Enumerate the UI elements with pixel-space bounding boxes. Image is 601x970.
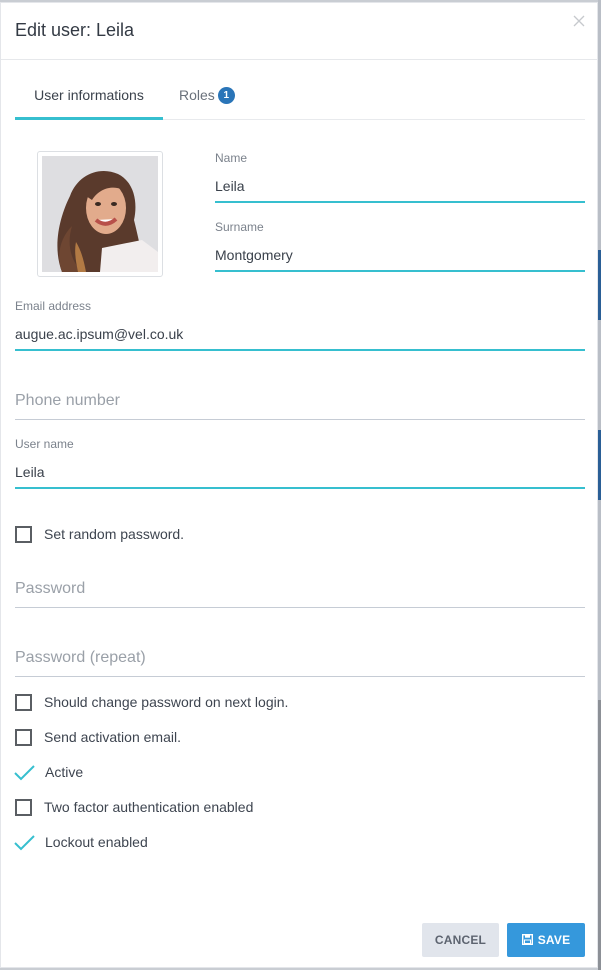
name-input[interactable]: Leila (215, 175, 585, 197)
name-underline (215, 201, 585, 203)
password-input[interactable]: Password (15, 577, 585, 601)
roles-count-badge: 1 (217, 87, 235, 104)
password-field: Password (15, 577, 585, 608)
username-input[interactable]: Leila (15, 461, 585, 483)
checkbox-box[interactable] (15, 728, 32, 746)
checkbox-label: Two factor authentication enabled (44, 799, 254, 815)
phone-input[interactable]: Phone number (15, 389, 585, 413)
email-input[interactable]: augue.ac.ipsum@vel.co.uk (15, 323, 585, 345)
checkbox-label: Send activation email. (44, 729, 181, 745)
password-repeat-input[interactable]: Password (repeat) (15, 646, 585, 670)
tab-label: User informations (34, 87, 144, 103)
password-repeat-underline (15, 676, 585, 677)
modal-title: Edit user: Leila (15, 20, 135, 40)
profile-picture-frame[interactable] (37, 151, 163, 277)
password-repeat-field: Password (repeat) (15, 646, 585, 677)
email-field: Email address augue.ac.ipsum@vel.co.uk (15, 299, 585, 351)
tab-bar: User informations Roles 1 (15, 79, 585, 120)
two-factor-checkbox[interactable]: Two factor authentication enabled (15, 796, 253, 818)
name-label: Name (215, 151, 248, 165)
modal-header: Edit user: Leila (1, 3, 597, 60)
close-icon (573, 15, 585, 27)
active-checkbox[interactable]: Active (14, 761, 84, 783)
phone-field: Phone number (15, 389, 585, 420)
set-random-password-checkbox[interactable]: Set random password. (15, 523, 184, 545)
surname-input[interactable]: Montgomery (215, 244, 585, 266)
surname-underline (215, 270, 585, 272)
surname-field: Surname Montgomery (215, 220, 585, 272)
checkmark-icon[interactable] (14, 834, 35, 851)
checkbox-label: Active (45, 764, 84, 780)
name-field: Name Leila (215, 151, 585, 203)
checkbox-label: Should change password on next login. (44, 694, 289, 710)
send-activation-email-checkbox[interactable]: Send activation email. (15, 726, 181, 748)
username-field: User name Leila (15, 437, 585, 489)
email-underline (15, 349, 585, 351)
save-label: SAVE (537, 933, 571, 947)
should-change-password-checkbox[interactable]: Should change password on next login. (15, 691, 288, 713)
password-underline (15, 607, 585, 608)
checkmark-icon[interactable] (14, 764, 35, 781)
tab-label: Roles (179, 87, 215, 103)
checkbox-label: Lockout enabled (45, 834, 148, 850)
profile-photo-image (42, 156, 158, 272)
checkbox-box[interactable] (15, 525, 32, 543)
tab-user-informations[interactable]: User informations (15, 79, 163, 120)
edit-user-modal: Edit user: Leila User informations Roles… (0, 2, 598, 968)
cancel-label: CANCEL (434, 933, 487, 947)
checkbox-box[interactable] (15, 693, 32, 711)
phone-underline (15, 419, 585, 420)
lockout-enabled-checkbox[interactable]: Lockout enabled (14, 831, 148, 853)
floppy-disk-icon (521, 934, 533, 945)
checkbox-box[interactable] (15, 798, 32, 816)
close-button[interactable] (571, 13, 587, 29)
checkbox-label: Set random password. (44, 526, 185, 542)
tab-roles[interactable]: Roles 1 (179, 79, 235, 117)
cancel-button[interactable]: CANCEL (422, 923, 499, 957)
username-label: User name (15, 437, 74, 451)
email-label: Email address (15, 299, 92, 313)
surname-label: Surname (215, 220, 264, 234)
profile-picture (42, 156, 158, 272)
username-underline (15, 487, 585, 489)
save-button[interactable]: SAVE (507, 923, 585, 957)
